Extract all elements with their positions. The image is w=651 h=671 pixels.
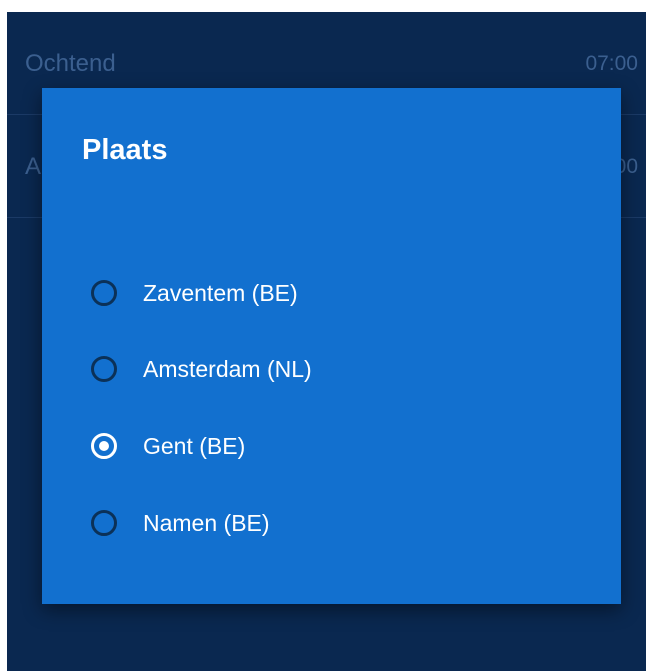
radio-option-amsterdam[interactable]: Amsterdam (NL) (88, 350, 568, 394)
radio-option-label: Amsterdam (NL) (143, 356, 312, 382)
dialog-title: Plaats (82, 134, 168, 166)
radio-option-label: Zaventem (BE) (143, 280, 298, 306)
radio-option-gent[interactable]: Gent (BE) (88, 427, 568, 471)
location-dialog: Plaats Zaventem (BE) Amsterdam (NL) Gent… (42, 88, 621, 604)
settings-row-label: Ochtend (25, 50, 116, 77)
radio-option-label: Gent (BE) (143, 433, 246, 459)
radio-button[interactable] (91, 510, 117, 536)
radio-option-zaventem[interactable]: Zaventem (BE) (88, 274, 568, 318)
settings-row-time: 07:00 (585, 52, 638, 75)
radio-button[interactable] (91, 356, 117, 382)
settings-screen: Ochtend 07:00 A 00 Plaats Zaventem (BE) … (7, 12, 646, 671)
radio-button-selected[interactable] (91, 433, 117, 459)
radio-option-label: Namen (BE) (143, 510, 270, 536)
settings-row-label: A (25, 153, 42, 180)
radio-option-namen[interactable]: Namen (BE) (88, 504, 568, 548)
radio-button[interactable] (91, 280, 117, 306)
